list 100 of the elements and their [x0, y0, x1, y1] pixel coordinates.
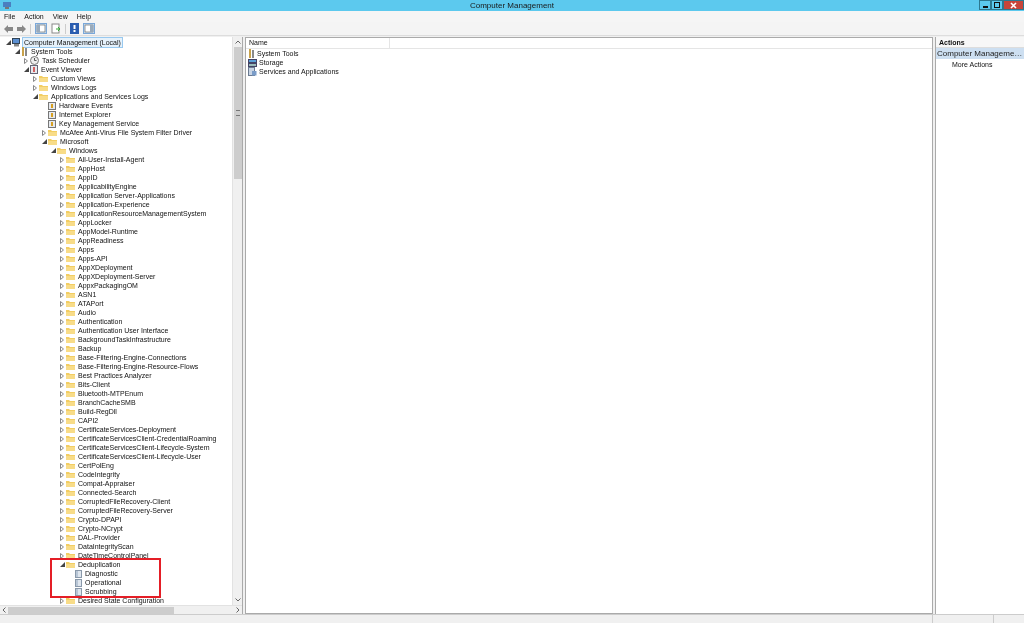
folder-icon	[66, 165, 75, 172]
expand-arrow-icon[interactable]	[60, 336, 64, 343]
collapse-arrow-icon[interactable]	[59, 562, 65, 567]
folder-icon	[66, 183, 75, 190]
folder-icon	[66, 291, 75, 298]
folder-icon	[39, 93, 48, 100]
expand-arrow-icon[interactable]	[60, 426, 64, 433]
expand-arrow-icon[interactable]	[60, 390, 64, 397]
expand-arrow-icon[interactable]	[60, 480, 64, 487]
collapse-arrow-icon[interactable]	[23, 67, 29, 72]
export-icon[interactable]	[51, 23, 61, 34]
expand-arrow-icon[interactable]	[60, 345, 64, 352]
expand-arrow-icon[interactable]	[60, 255, 64, 262]
expand-arrow-icon[interactable]	[60, 219, 64, 226]
expand-arrow-icon[interactable]	[60, 363, 64, 370]
vertical-scrollbar[interactable]	[232, 37, 242, 605]
expand-arrow-icon[interactable]	[60, 597, 64, 604]
expand-arrow-icon[interactable]	[60, 291, 64, 298]
expand-arrow-icon[interactable]	[60, 381, 64, 388]
folder-icon	[66, 363, 75, 370]
storage-icon	[248, 58, 257, 67]
folder-icon	[66, 201, 75, 208]
forward-icon[interactable]	[17, 24, 26, 33]
expand-arrow-icon[interactable]	[60, 453, 64, 460]
expand-arrow-icon[interactable]	[60, 300, 64, 307]
restore-button[interactable]	[991, 0, 1003, 10]
close-button[interactable]	[1003, 0, 1024, 10]
console-tree-icon[interactable]	[35, 23, 47, 34]
expand-arrow-icon[interactable]	[60, 237, 64, 244]
expand-arrow-icon[interactable]	[60, 318, 64, 325]
expand-arrow-icon[interactable]	[60, 210, 64, 217]
expand-arrow-icon[interactable]	[60, 282, 64, 289]
expand-arrow-icon[interactable]	[60, 525, 64, 532]
folder-icon	[66, 309, 75, 316]
expand-arrow-icon[interactable]	[60, 183, 64, 190]
scrollbar-thumb[interactable]	[8, 606, 174, 614]
expand-arrow-icon[interactable]	[60, 399, 64, 406]
actions-section[interactable]: Computer Manageme…	[936, 48, 1024, 59]
expand-arrow-icon[interactable]	[60, 408, 64, 415]
expand-arrow-icon[interactable]	[60, 174, 64, 181]
action-pane-icon[interactable]	[83, 23, 95, 34]
collapse-arrow-icon[interactable]	[32, 94, 38, 99]
expand-arrow-icon[interactable]	[60, 498, 64, 505]
folder-icon	[66, 525, 75, 532]
expand-arrow-icon[interactable]	[60, 471, 64, 478]
expand-arrow-icon[interactable]	[60, 165, 64, 172]
computer-icon	[12, 38, 21, 47]
scroll-left-icon[interactable]	[2, 607, 6, 613]
folder-icon	[66, 300, 75, 307]
scroll-up-icon[interactable]	[234, 40, 241, 44]
collapse-arrow-icon[interactable]	[14, 49, 20, 54]
expand-arrow-icon[interactable]	[60, 192, 64, 199]
folder-icon	[66, 534, 75, 541]
expand-arrow-icon[interactable]	[33, 84, 37, 91]
expand-arrow-icon[interactable]	[24, 57, 28, 64]
expand-arrow-icon[interactable]	[60, 462, 64, 469]
expand-arrow-icon[interactable]	[60, 156, 64, 163]
expand-arrow-icon[interactable]	[60, 327, 64, 334]
expand-arrow-icon[interactable]	[60, 435, 64, 442]
scroll-right-icon[interactable]	[236, 607, 240, 613]
folder-icon	[66, 345, 75, 352]
collapse-arrow-icon[interactable]	[50, 148, 56, 153]
expand-arrow-icon[interactable]	[60, 372, 64, 379]
expand-arrow-icon[interactable]	[60, 516, 64, 523]
expand-arrow-icon[interactable]	[60, 273, 64, 280]
expand-arrow-icon[interactable]	[33, 75, 37, 82]
back-icon[interactable]	[4, 24, 13, 33]
expand-arrow-icon[interactable]	[60, 444, 64, 451]
minimize-button[interactable]	[979, 0, 991, 10]
folder-icon	[66, 471, 75, 478]
folder-icon	[66, 210, 75, 217]
expand-arrow-icon[interactable]	[42, 129, 46, 136]
expand-arrow-icon[interactable]	[60, 417, 64, 424]
expand-arrow-icon[interactable]	[60, 489, 64, 496]
folder-icon	[66, 264, 75, 271]
folder-icon	[66, 246, 75, 253]
expand-arrow-icon[interactable]	[60, 246, 64, 253]
collapse-arrow-icon[interactable]	[5, 40, 11, 45]
expand-arrow-icon[interactable]	[60, 264, 64, 271]
expand-arrow-icon[interactable]	[60, 543, 64, 550]
expand-arrow-icon[interactable]	[60, 354, 64, 361]
scroll-down-icon[interactable]	[234, 598, 241, 602]
expand-arrow-icon[interactable]	[60, 228, 64, 235]
folder-icon	[66, 507, 75, 514]
scrollbar-thumb[interactable]	[233, 47, 242, 179]
folder-icon	[66, 543, 75, 550]
folder-icon	[66, 219, 75, 226]
expand-arrow-icon[interactable]	[60, 201, 64, 208]
tools-icon	[248, 49, 255, 58]
horizontal-scrollbar[interactable]	[0, 605, 242, 614]
expand-arrow-icon[interactable]	[60, 309, 64, 316]
folder-icon	[66, 318, 75, 325]
collapse-arrow-icon[interactable]	[41, 139, 47, 144]
help-icon[interactable]	[70, 23, 79, 34]
folder-icon	[66, 192, 75, 199]
expand-arrow-icon[interactable]	[60, 507, 64, 514]
folder-icon	[66, 480, 75, 487]
folder-icon	[66, 453, 75, 460]
expand-arrow-icon[interactable]	[60, 552, 64, 559]
expand-arrow-icon[interactable]	[60, 534, 64, 541]
